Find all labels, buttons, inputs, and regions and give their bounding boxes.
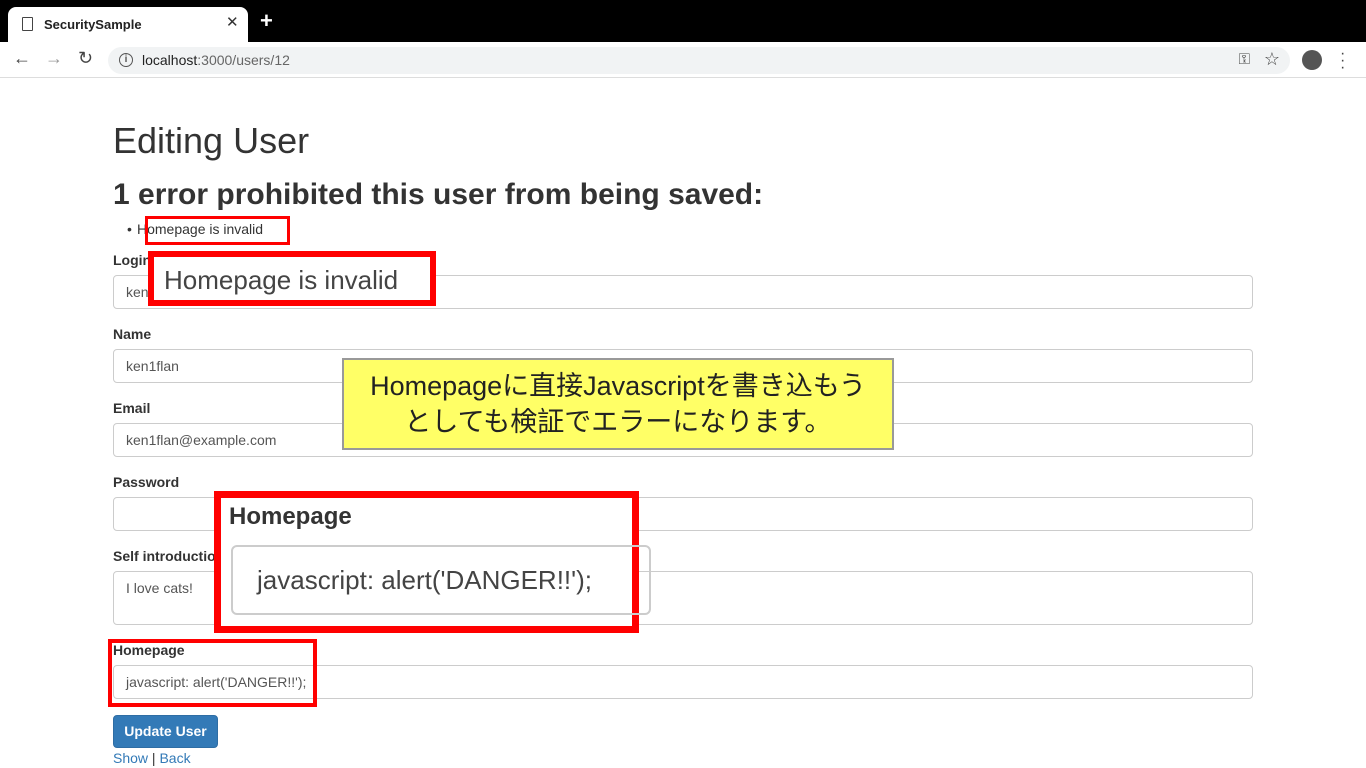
new-tab-icon[interactable]: + (260, 10, 273, 32)
callout-line-2: としても検証でエラーになります。 (404, 407, 832, 437)
forward-arrow-icon[interactable]: → (45, 48, 63, 69)
address-bar[interactable]: i localhost:3000/users/12 ⚿ ☆ (108, 47, 1290, 74)
zoom-homepage-label: Homepage (229, 503, 352, 530)
show-link[interactable]: Show (113, 750, 148, 766)
browser-toolbar: ← → ↻ i localhost:3000/users/12 ⚿ ☆ · · · (0, 42, 1366, 78)
callout-line-1: Homepageに直接Javascriptを書き込もう (370, 371, 866, 401)
document-icon (22, 17, 33, 31)
error-heading: 1 error prohibited this user from being … (113, 178, 764, 211)
url-host: localhost (142, 52, 198, 68)
error-highlight-box (145, 216, 290, 245)
page-title: Editing User (113, 120, 310, 161)
explanation-callout: Homepageに直接Javascriptを書き込もう としても検証でエラーにな… (342, 358, 894, 450)
zoom-error-text: Homepage is invalid (164, 265, 399, 295)
email-label: Email (113, 400, 151, 416)
zoom-homepage-field: javascript: alert('DANGER!!'); (231, 545, 651, 615)
update-user-button[interactable]: Update User (113, 715, 218, 748)
zoom-homepage-callout: Homepage javascript: alert('DANGER!!'); (214, 491, 651, 633)
tab-title: SecuritySample (44, 17, 142, 32)
name-label: Name (113, 326, 152, 342)
password-label: Password (113, 474, 180, 490)
back-arrow-icon[interactable]: ← (13, 48, 31, 69)
back-link[interactable]: Back (159, 750, 190, 766)
profile-avatar-icon[interactable] (1302, 50, 1322, 70)
login-label: Login (113, 252, 152, 268)
homepage-highlight-box (108, 639, 317, 707)
self-introduction-label: Self introductio (113, 548, 216, 564)
star-icon[interactable]: ☆ (1264, 49, 1280, 70)
menu-icon[interactable]: · · · (1340, 46, 1345, 76)
browser-tab-bar: SecuritySample ✕ + (0, 0, 1366, 42)
key-icon[interactable]: ⚿ (1239, 51, 1250, 68)
info-icon[interactable]: i (119, 53, 133, 67)
reload-icon[interactable]: ↻ (78, 48, 93, 69)
close-tab-icon[interactable]: ✕ (226, 13, 239, 31)
footer-links: Show | Back (113, 750, 191, 766)
link-separator: | (151, 750, 156, 766)
browser-tab[interactable]: SecuritySample ✕ (8, 7, 248, 42)
zoom-error-callout: Homepage is invalid (148, 251, 436, 306)
url-path: :3000/users/12 (197, 52, 290, 68)
url-text[interactable]: localhost:3000/users/12 (142, 52, 290, 68)
